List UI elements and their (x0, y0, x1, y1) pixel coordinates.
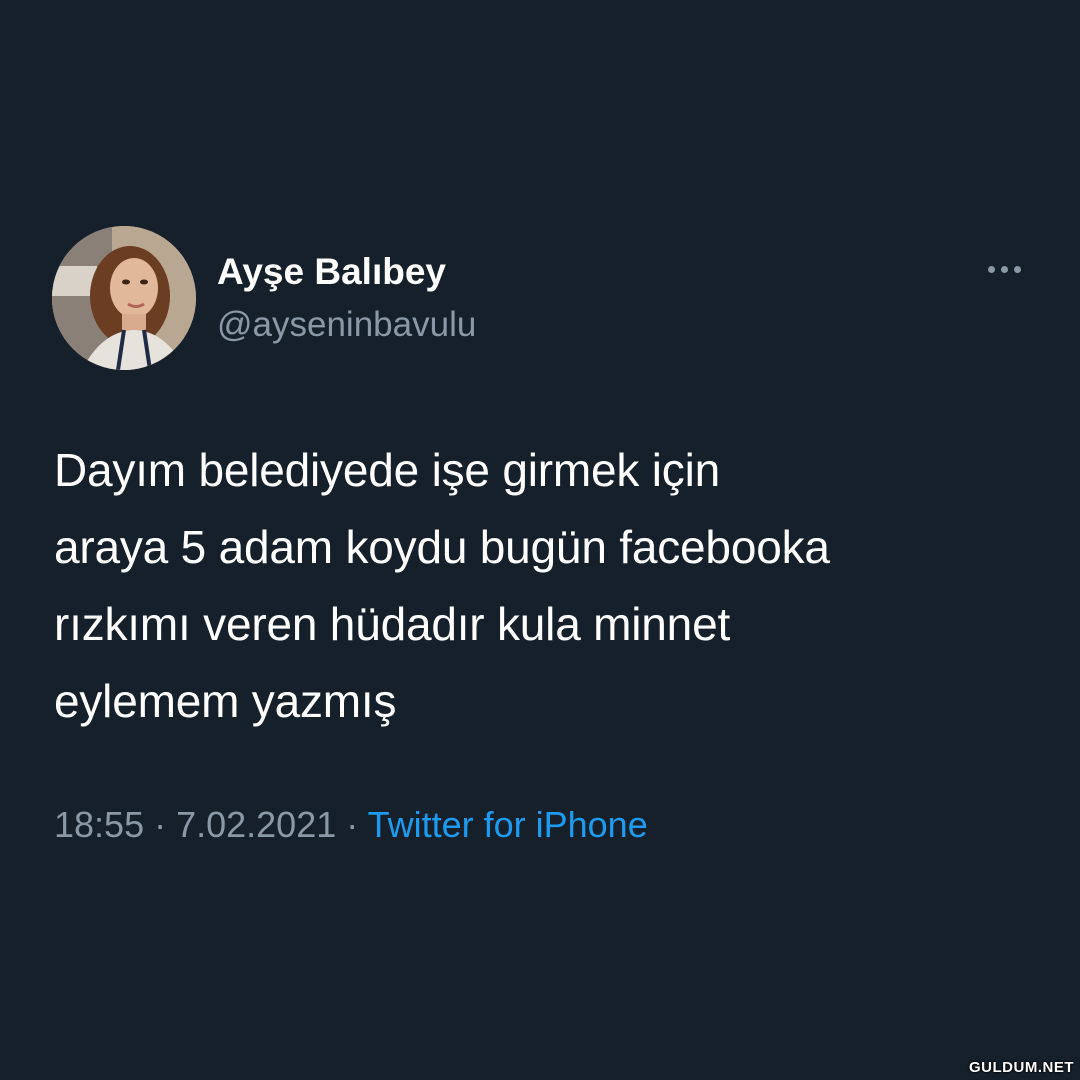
meta-separator: · (336, 804, 368, 845)
tweet-meta: 18:55 · 7.02.2021 · Twitter for iPhone (54, 801, 648, 849)
more-horizontal-icon[interactable] (984, 263, 1024, 277)
tweet-text-line: Dayım belediyede işe girmek için (54, 444, 720, 496)
tweet-source-link[interactable]: Twitter for iPhone (368, 804, 648, 845)
site-watermark: GULDUM.NET (969, 1059, 1074, 1076)
tweet-text: Dayım belediyede işe girmek için araya 5… (54, 432, 1054, 740)
author-display-name[interactable]: Ayşe Balıbey (217, 250, 446, 294)
tweet-date[interactable]: 7.02.2021 (176, 804, 336, 845)
author-avatar[interactable] (52, 226, 196, 370)
tweet-card: Ayşe Balıbey @ayseninbavulu Dayım beledi… (0, 0, 1080, 1080)
tweet-text-line: rızkımı veren hüdadır kula minnet (54, 598, 731, 650)
author-handle[interactable]: @ayseninbavulu (217, 303, 476, 347)
avatar-photo-icon (52, 226, 196, 370)
tweet-text-line: araya 5 adam koydu bugün facebooka (54, 521, 830, 573)
tweet-time[interactable]: 18:55 (54, 804, 144, 845)
meta-separator: · (144, 804, 177, 845)
tweet-text-line: eylemem yazmış (54, 675, 397, 727)
